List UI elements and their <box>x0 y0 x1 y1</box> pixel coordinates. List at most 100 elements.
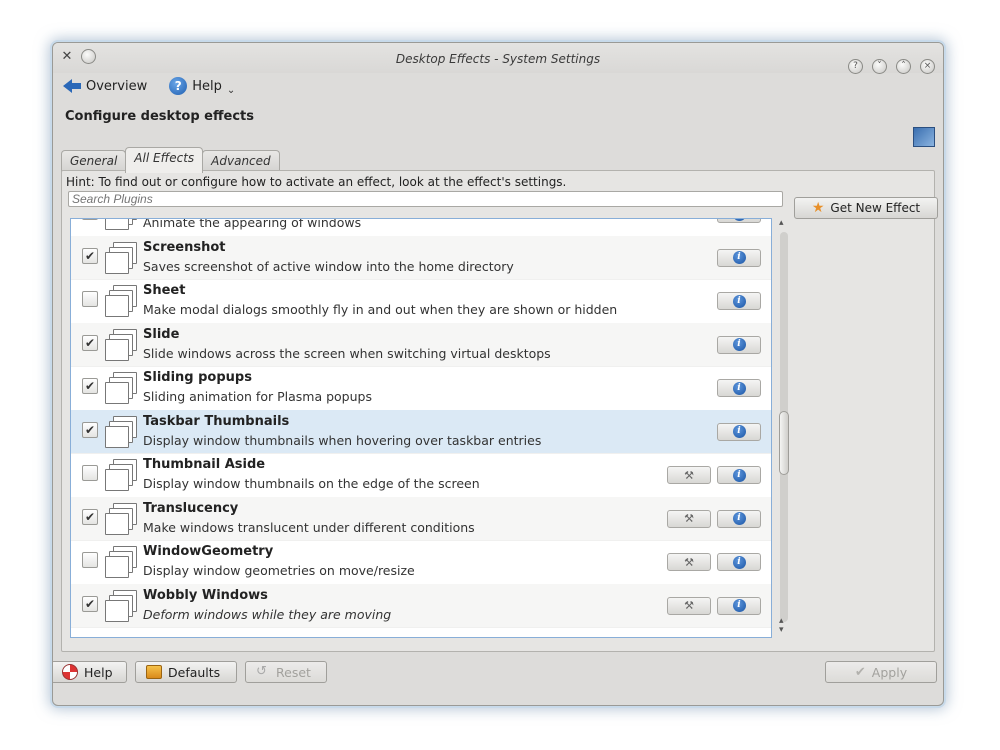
effect-checkbox[interactable]: ✔ <box>82 595 98 612</box>
effect-name: Translucency <box>143 500 239 516</box>
effect-info-button[interactable]: i <box>717 466 761 484</box>
scroll-up-icon[interactable]: ▴ <box>779 218 784 228</box>
scroll-thumb[interactable] <box>779 411 789 475</box>
effect-row[interactable]: Scale inAnimate the appearing of windows… <box>71 219 771 237</box>
search-input[interactable] <box>68 191 783 207</box>
configure-effect-button[interactable]: ⚒ <box>667 466 711 484</box>
reset-button[interactable]: ↺ Reset <box>245 661 327 683</box>
effect-name: Thumbnail Aside <box>143 457 266 472</box>
effect-checkbox[interactable]: ✔ <box>82 247 98 264</box>
effect-row[interactable]: WindowGeometry Display window geometries … <box>71 540 771 585</box>
effect-checkbox[interactable] <box>82 219 98 220</box>
window-title: Desktop Effects - System Settings <box>395 52 601 66</box>
windows-stack-icon <box>105 457 137 491</box>
scroll-down-icon-2[interactable]: ▾ <box>779 625 784 635</box>
overview-button[interactable]: Overview <box>59 76 151 96</box>
wrench-icon: ⚒ <box>684 512 694 525</box>
effect-row[interactable]: Sheet Make modal dialogs smoothly fly in … <box>71 279 771 324</box>
effect-info-button[interactable]: i <box>717 553 761 571</box>
effect-name: Slide <box>143 326 180 342</box>
maximize-icon[interactable]: ˄ <box>896 59 911 74</box>
system-settings-window: ✕ Desktop Effects - System Settings ? ˅ … <box>52 42 944 706</box>
bottom-button-bar: Help Defaults ↺ Reset ✔ Apply <box>53 655 943 701</box>
info-icon: i <box>732 512 746 525</box>
wrench-icon: ⚒ <box>684 468 694 482</box>
effect-info-button[interactable]: i <box>717 509 761 528</box>
effects-list[interactable]: Scale inAnimate the appearing of windows… <box>70 218 772 638</box>
effect-checkbox[interactable] <box>82 465 98 481</box>
check-icon: ✔ <box>854 664 866 680</box>
effect-info-button[interactable]: i <box>717 292 761 310</box>
effect-row[interactable]: ✔ Translucency Make windows translucent un… <box>71 496 771 541</box>
defaults-button[interactable]: Defaults <box>135 661 237 683</box>
help-label: Help <box>192 78 222 94</box>
effect-checkbox[interactable] <box>82 291 98 307</box>
effect-info-button[interactable]: i <box>717 379 761 397</box>
help-bottom-button[interactable]: Help <box>53 661 127 683</box>
effect-info-button[interactable]: i <box>717 596 761 615</box>
hint-text: Hint: To find out or configure how to ac… <box>66 175 567 189</box>
effect-info-button[interactable]: i <box>717 335 761 354</box>
star-icon: ★ <box>811 200 825 216</box>
effect-info-button[interactable]: i <box>717 219 761 223</box>
help-button[interactable]: ? Help ⌄ <box>165 75 239 98</box>
defaults-label: Defaults <box>168 664 221 680</box>
effects-scrollbar[interactable]: ▴ ▴ ▾ <box>776 218 792 636</box>
windows-stack-icon <box>105 414 137 448</box>
page-title: Configure desktop effects <box>65 109 254 124</box>
effect-description: Display window geometries on move/resize <box>143 563 415 578</box>
desktop-effects-icon <box>913 127 935 147</box>
configure-effect-button[interactable]: ⚒ <box>667 553 711 571</box>
effect-info-button[interactable]: i <box>717 248 761 267</box>
effect-description: Display window thumbnails on the edge of… <box>143 476 480 491</box>
chevron-down-icon: ⌄ <box>226 84 236 96</box>
effect-description: Slide windows across the screen when swi… <box>143 345 551 361</box>
effect-row[interactable]: ✔ Taskbar Thumbnails Display window thumbn… <box>71 409 771 454</box>
minimize-icon[interactable]: ˅ <box>872 59 887 74</box>
effect-checkbox[interactable]: ✔ <box>82 334 98 351</box>
effect-checkbox[interactable]: ✔ <box>82 508 98 525</box>
info-icon: i <box>732 468 746 482</box>
effect-info-button[interactable]: i <box>717 422 761 441</box>
tab-all-effects[interactable]: All Effects <box>125 147 204 173</box>
windows-stack-icon <box>105 219 137 230</box>
configure-effect-button[interactable]: ⚒ <box>667 596 711 615</box>
wrench-icon: ⚒ <box>684 555 694 569</box>
effect-row[interactable]: ✔ Screenshot Saves screenshot of active wi… <box>71 235 771 280</box>
help-bottom-label: Help <box>84 664 113 680</box>
overview-label: Overview <box>86 78 148 94</box>
close-icon[interactable]: × <box>920 59 935 74</box>
effect-row[interactable]: Thumbnail Aside Display window thumbnails… <box>71 453 771 498</box>
effect-checkbox[interactable] <box>82 552 98 568</box>
effect-row[interactable]: ✔ Wobbly Windows Deform windows while they… <box>71 583 771 628</box>
windows-stack-icon <box>105 240 137 274</box>
effect-checkbox[interactable]: ✔ <box>82 378 98 394</box>
windows-stack-icon <box>105 588 137 622</box>
reset-label: Reset <box>276 664 311 680</box>
help-titlebar-icon[interactable]: ? <box>848 59 863 74</box>
effect-row[interactable]: ✔ Slide Slide windows across the screen wh… <box>71 322 771 367</box>
get-new-effect-label: Get New Effect <box>830 201 921 215</box>
effect-row[interactable]: ✔ Sliding popups Sliding animation for Pla… <box>71 366 771 411</box>
lifebuoy-icon <box>62 664 78 680</box>
windows-stack-icon <box>105 327 137 361</box>
info-icon: i <box>732 219 746 221</box>
effect-description: Deform windows while they are moving <box>143 606 392 622</box>
effect-description: Make windows translucent under different… <box>143 519 475 535</box>
effect-checkbox[interactable]: ✔ <box>82 421 98 438</box>
reset-icon: ↺ <box>256 664 267 679</box>
info-icon: i <box>732 555 746 569</box>
windows-stack-icon <box>105 370 137 404</box>
effect-description: Make modal dialogs smoothly fly in and o… <box>143 302 618 317</box>
title-bar[interactable]: ✕ Desktop Effects - System Settings ? ˅ … <box>53 43 943 74</box>
apply-button[interactable]: ✔ Apply <box>825 661 937 683</box>
effect-description: Sliding animation for Plasma popups <box>143 389 372 404</box>
configure-effect-button[interactable]: ⚒ <box>667 509 711 528</box>
effect-name: Sliding popups <box>143 370 252 385</box>
effect-name: WindowGeometry <box>143 544 274 559</box>
get-new-effect-button[interactable]: ★ Get New Effect <box>794 197 938 219</box>
apply-label: Apply <box>871 664 908 680</box>
effect-name: Wobbly Windows <box>143 587 268 603</box>
all-effects-panel: Hint: To find out or configure how to ac… <box>61 170 938 652</box>
effect-name: Screenshot <box>143 239 226 255</box>
